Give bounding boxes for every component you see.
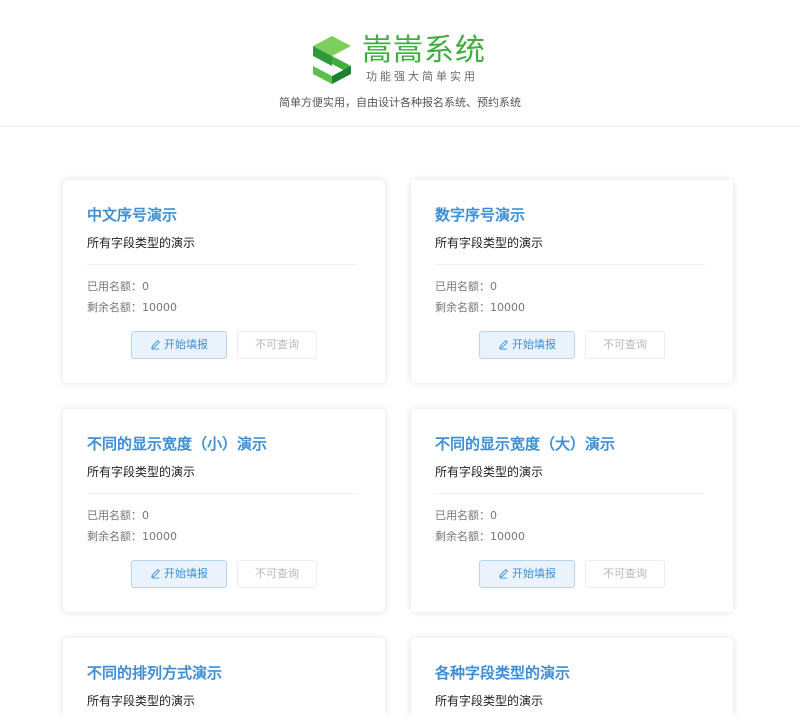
card-divider <box>87 493 357 494</box>
form-card: 不同的显示宽度（大）演示 所有字段类型的演示 已用名额：0 剩余名额：10000… <box>411 409 733 612</box>
card-description: 所有字段类型的演示 <box>435 465 544 479</box>
form-card: 不同的排列方式演示 所有字段类型的演示 <box>63 638 385 717</box>
page-subtitle: 简单方便实用，自由设计各种报名系统、预约系统 <box>279 96 521 109</box>
card-divider <box>435 264 705 265</box>
form-card: 数字序号演示 所有字段类型的演示 已用名额：0 剩余名额：10000 开始填报 … <box>411 180 733 383</box>
card-description: 所有字段类型的演示 <box>87 236 196 250</box>
remaining-quota: 剩余名额：10000 <box>435 530 525 543</box>
used-quota: 已用名额：0 <box>87 509 149 522</box>
card-title[interactable]: 各种字段类型的演示 <box>435 663 570 683</box>
remaining-quota: 剩余名额：10000 <box>87 530 177 543</box>
query-disabled-button[interactable]: 不可查询 <box>585 560 665 588</box>
card-title[interactable]: 不同的显示宽度（大）演示 <box>435 434 615 454</box>
pencil-icon <box>151 568 160 579</box>
start-fill-label: 开始填报 <box>512 567 556 580</box>
card-description: 所有字段类型的演示 <box>435 694 544 708</box>
card-title[interactable]: 数字序号演示 <box>435 205 525 225</box>
start-fill-label: 开始填报 <box>164 338 208 351</box>
logo-icon <box>313 36 351 84</box>
query-disabled-button[interactable]: 不可查询 <box>237 331 317 359</box>
query-disabled-button[interactable]: 不可查询 <box>237 560 317 588</box>
start-fill-label: 开始填报 <box>164 567 208 580</box>
start-fill-button[interactable]: 开始填报 <box>131 331 227 359</box>
remaining-quota: 剩余名额：10000 <box>87 301 177 314</box>
pencil-icon <box>499 568 508 579</box>
query-disabled-button[interactable]: 不可查询 <box>585 331 665 359</box>
start-fill-button[interactable]: 开始填报 <box>131 560 227 588</box>
card-title[interactable]: 中文序号演示 <box>87 205 177 225</box>
card-description: 所有字段类型的演示 <box>87 465 196 479</box>
card-description: 所有字段类型的演示 <box>87 694 196 708</box>
start-fill-label: 开始填报 <box>512 338 556 351</box>
page-header: 嵩嵩系统 功能强大简单实用 简单方便实用，自由设计各种报名系统、预约系统 <box>0 0 800 127</box>
form-card: 各种字段类型的演示 所有字段类型的演示 <box>411 638 733 717</box>
brand-slogan: 功能强大简单实用 <box>366 70 478 83</box>
used-quota: 已用名额：0 <box>87 280 149 293</box>
card-divider <box>435 493 705 494</box>
card-title[interactable]: 不同的排列方式演示 <box>87 663 222 683</box>
brand-name: 嵩嵩系统 <box>362 33 486 68</box>
remaining-quota: 剩余名额：10000 <box>435 301 525 314</box>
form-card: 中文序号演示 所有字段类型的演示 已用名额：0 剩余名额：10000 开始填报 … <box>63 180 385 383</box>
card-divider <box>87 264 357 265</box>
card-description: 所有字段类型的演示 <box>435 236 544 250</box>
form-card: 不同的显示宽度（小）演示 所有字段类型的演示 已用名额：0 剩余名额：10000… <box>63 409 385 612</box>
start-fill-button[interactable]: 开始填报 <box>479 560 575 588</box>
used-quota: 已用名额：0 <box>435 509 497 522</box>
pencil-icon <box>151 339 160 350</box>
pencil-icon <box>499 339 508 350</box>
card-title[interactable]: 不同的显示宽度（小）演示 <box>87 434 267 454</box>
used-quota: 已用名额：0 <box>435 280 497 293</box>
start-fill-button[interactable]: 开始填报 <box>479 331 575 359</box>
